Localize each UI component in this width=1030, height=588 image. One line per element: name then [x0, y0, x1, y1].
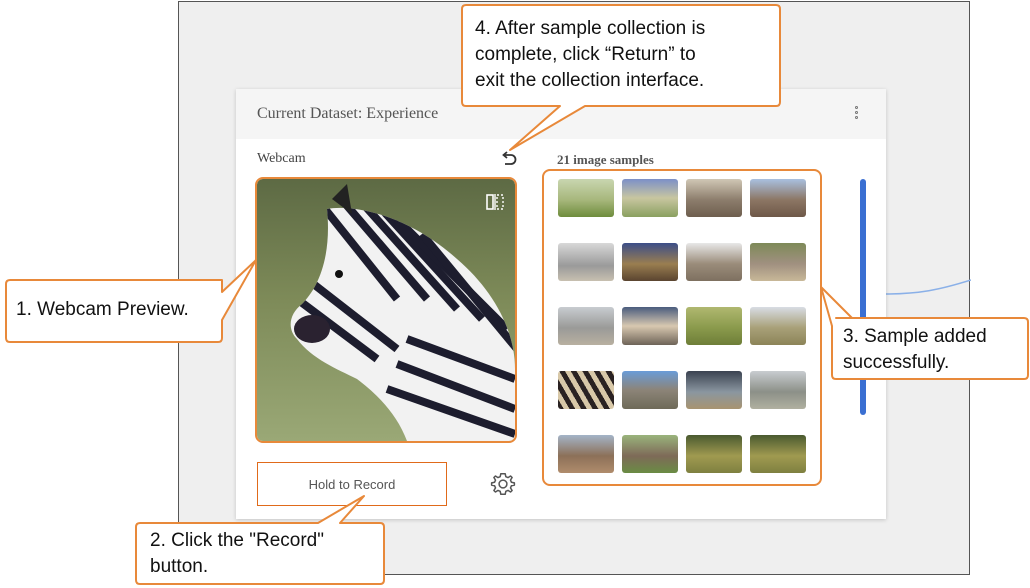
callout-webcam-text: 1. Webcam Preview. [16, 297, 189, 323]
callout-return-line2: complete, click “Return” to [475, 44, 696, 65]
callout-sample-text: 3. Sample added successfully. [843, 324, 987, 376]
callout-sample-line2: successfully. [843, 352, 950, 373]
callout-return-text: 4. After sample collection is complete, … [475, 16, 705, 94]
callout-webcam-line: 1. Webcam Preview. [16, 299, 189, 320]
callout-record-line1: 2. Click the "Record" [150, 530, 324, 551]
callout-return-line3: exit the collection interface. [475, 70, 705, 91]
callout-record-line2: button. [150, 556, 209, 577]
callout-record-text: 2. Click the "Record" button. [150, 528, 324, 580]
callout-sample-line1: 3. Sample added [843, 326, 987, 347]
callout-return-line1: 4. After sample collection is [475, 18, 706, 39]
